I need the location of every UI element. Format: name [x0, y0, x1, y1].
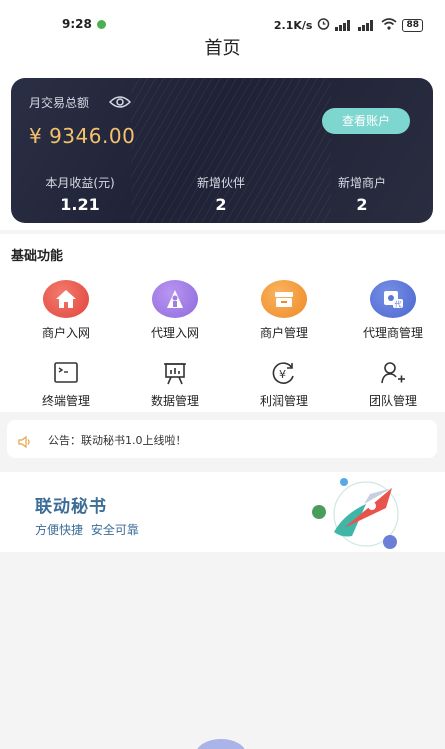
- home-indicator: [196, 739, 246, 749]
- feature-label: 商户管理: [259, 326, 308, 340]
- announcement-text: 公告：联动秘书1.0上线啦！: [48, 434, 187, 447]
- stat-new-merchants: 新增商户 2: [302, 174, 422, 214]
- feature-label: 数据管理: [150, 394, 199, 408]
- notification-dot-icon: [97, 20, 106, 29]
- alarm-icon: [317, 17, 330, 33]
- view-account-button[interactable]: 查看账户: [322, 108, 410, 134]
- agent-icon: [152, 280, 198, 318]
- announcement-bar[interactable]: 公告：联动秘书1.0上线啦！: [7, 420, 437, 458]
- stat-new-partners: 新增伙伴 2: [161, 174, 281, 214]
- monthly-amount: ¥ 9346.00: [29, 124, 136, 148]
- speaker-icon: [18, 433, 32, 449]
- feature-label: 商户入网: [41, 326, 90, 340]
- feature-label: 代理商管理: [362, 326, 423, 340]
- status-time: 9:28: [62, 17, 92, 31]
- feature-merchant-onboarding[interactable]: 商户入网: [16, 280, 116, 341]
- signal-icon-2: [358, 19, 376, 31]
- feature-terminal-management[interactable]: 终端管理: [16, 360, 116, 409]
- stat-label: 新增商户: [337, 176, 386, 190]
- team-add-icon: [380, 360, 406, 386]
- rocket-illustration-icon: [312, 478, 399, 549]
- banner-subtitle: 方便快捷 安全可靠: [35, 523, 139, 537]
- feature-label: 代理入网: [150, 326, 199, 340]
- feature-data-management[interactable]: 数据管理: [125, 360, 225, 409]
- battery-icon: 88: [402, 18, 423, 32]
- home-icon: [43, 280, 89, 318]
- status-indicators: 2.1K/s 88: [274, 17, 423, 33]
- promo-banner[interactable]: 联动秘书 方便快捷 安全可靠: [0, 472, 445, 552]
- monthly-amount-label: 月交易总额: [29, 96, 90, 110]
- features-section: 基础功能 商户入网 代理入网 商户管理 代 代理商管理 终端管理 数据管理 ¥ …: [0, 234, 445, 412]
- feature-label: 终端管理: [41, 394, 90, 408]
- stat-value: 2: [215, 195, 227, 214]
- banner-title: 联动秘书: [35, 497, 107, 517]
- account-card: 月交易总额 ¥ 9346.00 查看账户 本月收益(元) 1.21 新增伙伴 2…: [11, 78, 433, 223]
- signal-icon: [335, 19, 353, 31]
- terminal-icon: [53, 360, 79, 386]
- stat-label: 本月收益(元): [45, 176, 115, 190]
- feature-agent-onboarding[interactable]: 代理入网: [125, 280, 225, 341]
- feature-team-management[interactable]: 团队管理: [343, 360, 443, 409]
- features-title: 基础功能: [11, 249, 64, 264]
- eye-icon[interactable]: [108, 94, 132, 108]
- stat-monthly-income: 本月收益(元) 1.21: [20, 174, 140, 214]
- yen-refresh-icon: ¥: [271, 360, 297, 386]
- nav-bar: 首页: [0, 32, 445, 62]
- feature-label: 利润管理: [259, 394, 308, 408]
- status-bar: 9:28 2.1K/s 88: [0, 0, 445, 32]
- svg-text:代: 代: [395, 300, 402, 309]
- feature-agent-management[interactable]: 代 代理商管理: [343, 280, 443, 341]
- page-title: 首页: [204, 38, 241, 59]
- feature-label: 团队管理: [368, 394, 417, 408]
- agent-manage-icon: 代: [370, 280, 416, 318]
- stat-label: 新增伙伴: [196, 176, 245, 190]
- stat-value: 1.21: [60, 195, 100, 214]
- feature-merchant-management[interactable]: 商户管理: [234, 280, 334, 341]
- wifi-icon: [381, 17, 397, 33]
- svg-text:¥: ¥: [279, 368, 286, 381]
- network-speed: 2.1K/s: [273, 18, 313, 32]
- store-icon: [261, 280, 307, 318]
- stat-value: 2: [356, 195, 368, 214]
- feature-profit-management[interactable]: ¥ 利润管理: [234, 360, 334, 409]
- chart-board-icon: [162, 360, 188, 386]
